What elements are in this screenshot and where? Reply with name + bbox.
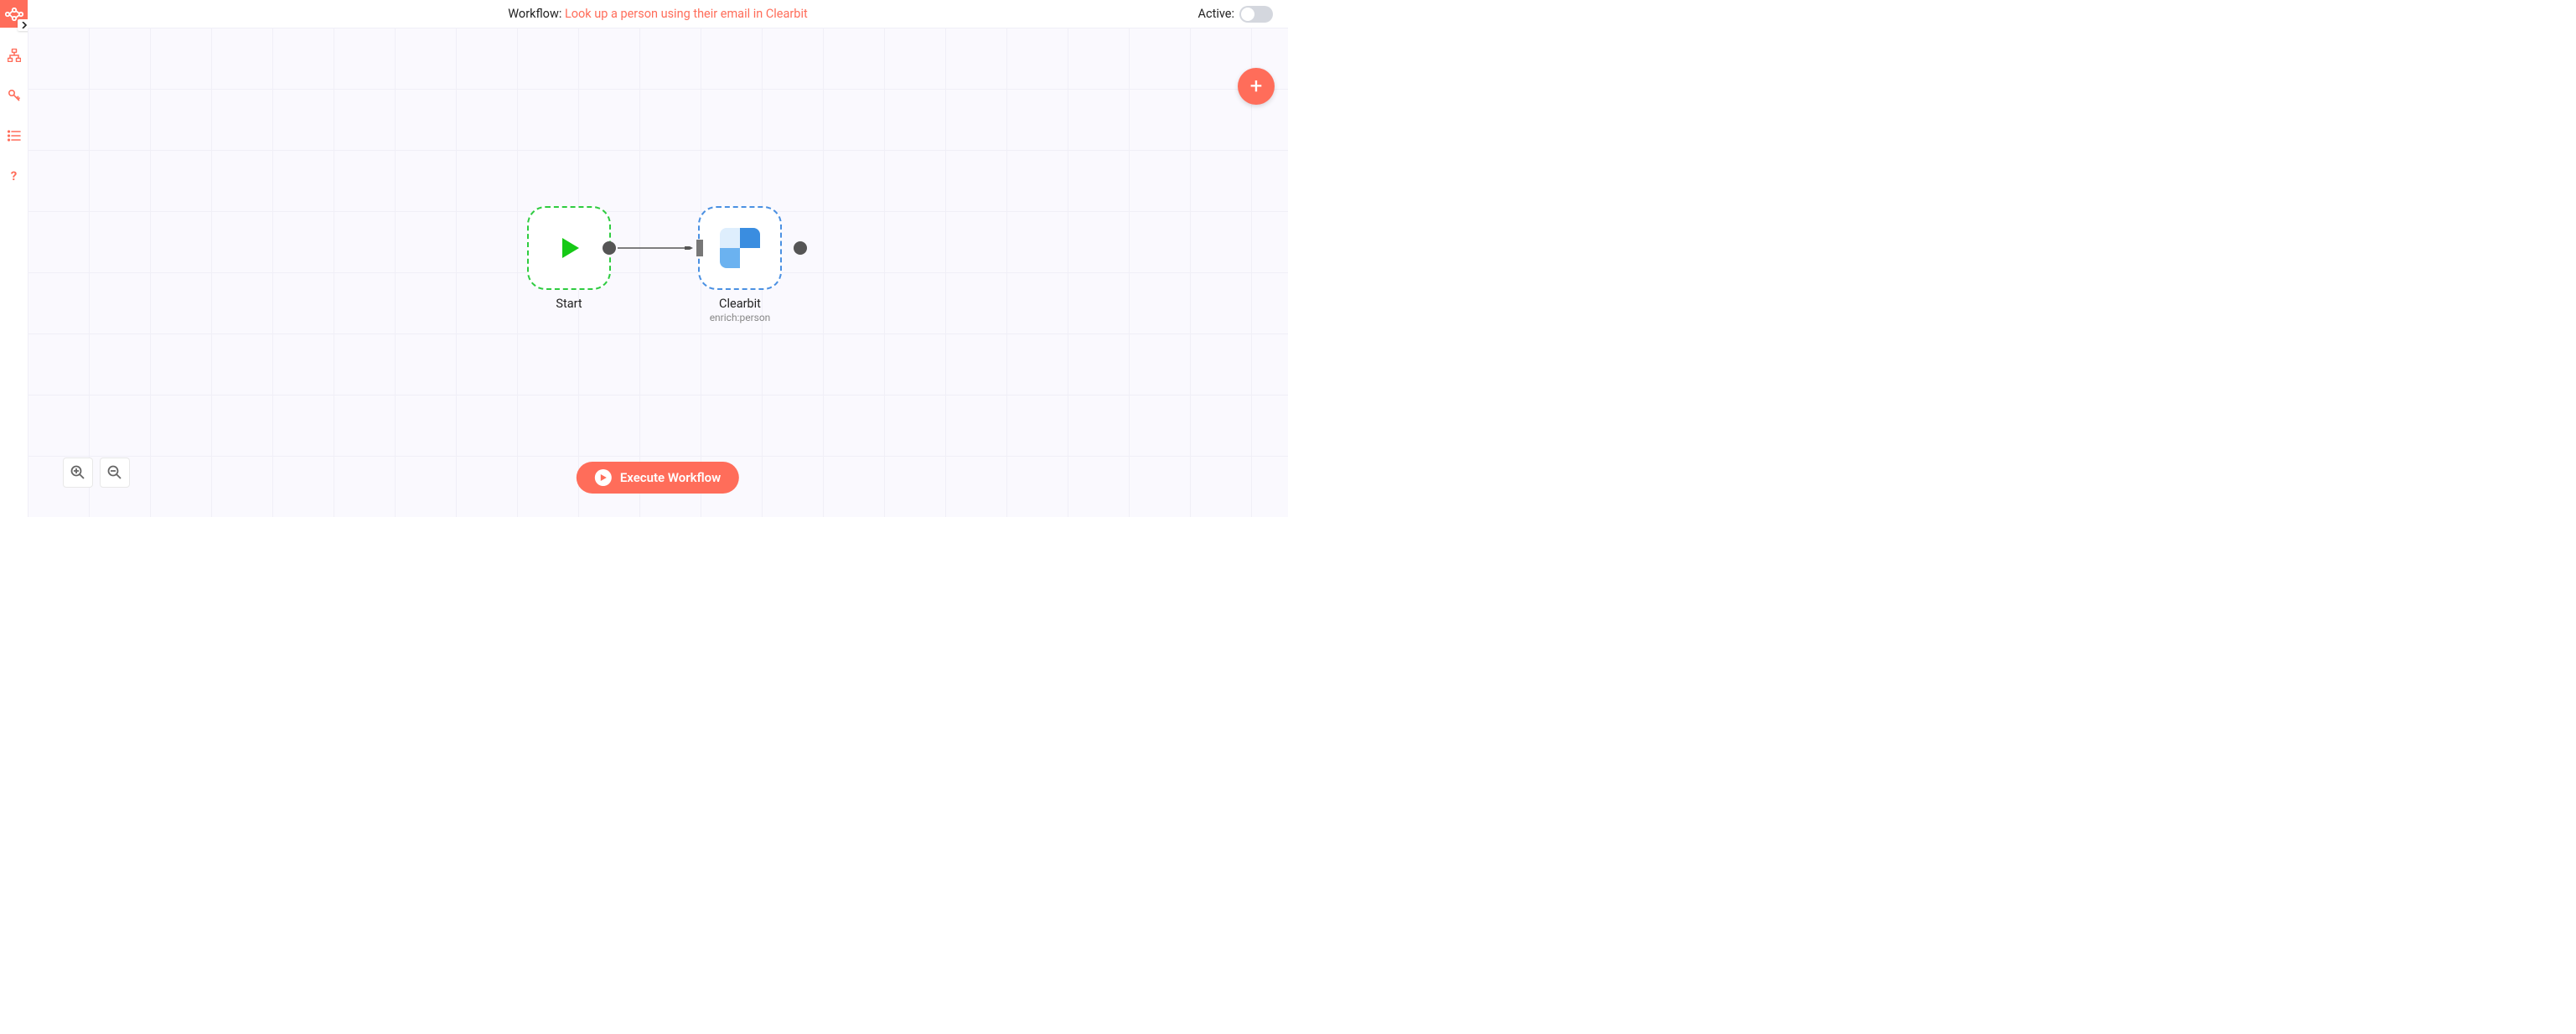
active-toggle[interactable]: [1239, 6, 1273, 23]
execute-label: Execute Workflow: [620, 470, 721, 485]
node-connector[interactable]: [618, 246, 695, 250]
clearbit-icon: [720, 228, 760, 268]
node-clearbit-title: Clearbit: [710, 297, 771, 311]
node-clearbit-input-port[interactable]: [696, 240, 703, 256]
app-logo[interactable]: [0, 0, 28, 28]
node-start[interactable]: Start: [527, 206, 611, 290]
sidebar-item-help[interactable]: ?: [0, 163, 28, 189]
zoom-in-button[interactable]: [63, 458, 93, 488]
play-circle-icon: [595, 469, 612, 486]
active-label: Active:: [1198, 7, 1234, 21]
sidebar: ?: [0, 0, 28, 517]
header: Workflow: Look up a person using their e…: [28, 0, 1288, 28]
node-clearbit-output-port[interactable]: [794, 241, 807, 255]
play-icon: [554, 233, 584, 263]
sidebar-item-credentials[interactable]: [0, 83, 28, 108]
workflow-prefix: Workflow:: [508, 7, 565, 21]
active-toggle-group: Active:: [1198, 6, 1273, 23]
key-icon: [8, 89, 21, 102]
node-clearbit-sublabel: enrich:person: [710, 312, 771, 323]
node-start-label: Start: [556, 297, 582, 311]
network-icon: [8, 49, 21, 62]
chevron-right-icon: [21, 22, 28, 28]
workflow-name: Look up a person using their email in Cl…: [565, 7, 808, 21]
zoom-out-icon: [107, 465, 122, 480]
node-clearbit[interactable]: Clearbit enrich:person: [698, 206, 782, 290]
execute-workflow-button[interactable]: Execute Workflow: [577, 462, 739, 494]
workflow-title[interactable]: Workflow: Look up a person using their e…: [508, 7, 807, 21]
zoom-controls: [63, 458, 130, 488]
sidebar-item-workflows[interactable]: [0, 43, 28, 68]
plus-icon: +: [1250, 74, 1263, 99]
node-start-output-port[interactable]: [603, 241, 616, 255]
add-node-button[interactable]: +: [1238, 68, 1275, 105]
zoom-in-icon: [70, 465, 85, 480]
toggle-knob: [1241, 8, 1254, 21]
node-clearbit-label: Clearbit enrich:person: [710, 297, 771, 323]
question-icon: ?: [11, 168, 17, 184]
zoom-out-button[interactable]: [100, 458, 130, 488]
workflow-canvas[interactable]: Start Clearbit enrich:person + Execute W…: [28, 28, 1288, 517]
sidebar-item-executions[interactable]: [0, 123, 28, 148]
list-icon: [8, 129, 21, 142]
